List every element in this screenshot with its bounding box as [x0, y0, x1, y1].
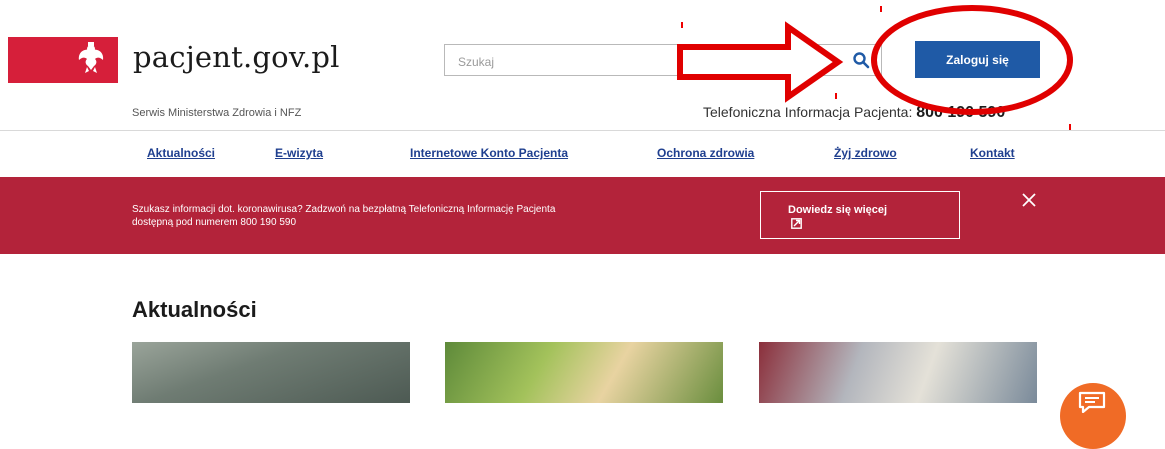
- nav-item-e-wizyta[interactable]: E-wizyta: [275, 146, 323, 160]
- news-card-image[interactable]: [759, 342, 1037, 403]
- close-icon[interactable]: [1021, 192, 1037, 208]
- nav-item-aktualnosci[interactable]: Aktualności: [147, 146, 215, 160]
- polish-eagle-icon: [78, 42, 104, 73]
- news-card-image[interactable]: [132, 342, 410, 403]
- annotation-mark: [835, 93, 837, 99]
- banner-text: Szukasz informacji dot. koronawirusa? Za…: [132, 203, 732, 229]
- banner-text-line2: dostępną pod numerem 800 190 590: [132, 217, 297, 228]
- annotation-mark: [681, 22, 683, 28]
- nav-item-zyj-zdrowo[interactable]: Żyj zdrowo: [834, 146, 897, 160]
- nav-item-ikp[interactable]: Internetowe Konto Pacjenta: [410, 146, 568, 160]
- banner-text-line1: Szukasz informacji dot. koronawirusa? Za…: [132, 204, 556, 215]
- chat-icon[interactable]: [1077, 391, 1107, 413]
- nav-item-ochrona-zdrowia[interactable]: Ochrona zdrowia: [657, 146, 754, 160]
- site-name[interactable]: pacjent.gov.pl: [133, 40, 340, 74]
- section-title: Aktualności: [132, 297, 257, 322]
- annotation-mark: [880, 6, 882, 12]
- header-divider: [0, 130, 1165, 131]
- learn-more-label[interactable]: Dowiedz się więcej: [788, 204, 887, 216]
- arrow-right-icon: [677, 21, 844, 103]
- ellipse-highlight-icon: [871, 5, 1073, 115]
- annotation-mark: [1069, 124, 1071, 130]
- nav-item-kontakt[interactable]: Kontakt: [970, 146, 1015, 160]
- site-subtitle: Serwis Ministerstwa Zdrowia i NFZ: [132, 107, 302, 119]
- external-link-icon: [791, 218, 802, 229]
- news-card-image[interactable]: [445, 342, 723, 403]
